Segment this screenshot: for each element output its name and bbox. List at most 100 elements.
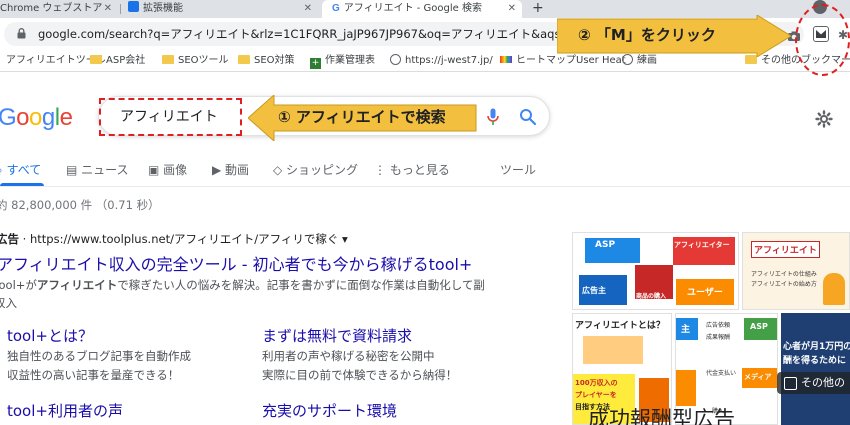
tile-text: メディア [744, 373, 772, 381]
tile-text: ASP [750, 322, 768, 331]
search-icon[interactable] [519, 108, 537, 126]
ad-url[interactable]: https://www.toolplus.net/アフィリエイト/アフィリで稼ぐ [30, 232, 338, 246]
sheets-icon: + [310, 58, 321, 69]
image-panel: ASP 広告主 アフィリエイター ユーザー 商品の購入 アフィリエイト アフィリ… [572, 232, 850, 425]
bookmark-label: https://j-west7.jp/ [405, 55, 493, 66]
tab-label: アフィリエイト - Google 検索 [343, 3, 482, 14]
tab-label: 拡張機能 [143, 3, 183, 14]
tile-text: アフィリエイトの仕組み [751, 271, 817, 278]
diagram-block [676, 370, 696, 406]
result-stats: 約 82,800,000 件 （0.71 秒） [0, 198, 160, 212]
image-thumbnail[interactable]: アフィリエイト アフィリエイトの仕組み アフィリエイトの始め方 [742, 232, 850, 310]
sitelink-title[interactable]: 充実のサポート環境 [262, 400, 397, 421]
extension-highlight-circle [795, 4, 850, 76]
bookmark-seo-tools[interactable]: SEOツール [162, 50, 229, 72]
tile-text: 主 [681, 325, 691, 335]
tile-text: 酬を得るために [783, 356, 847, 366]
google-g-icon: G [332, 3, 340, 14]
sitelink-title[interactable]: tool+とは？ [7, 325, 93, 346]
sitelink-title[interactable]: まずは無料で資料請求 [262, 325, 412, 346]
tile-text: ユーザー [687, 288, 723, 298]
tab-google-search[interactable]: G アフィリエイト - Google 検索 ✕ [322, 0, 522, 18]
chevron-down-icon[interactable]: ▾ [338, 232, 348, 246]
tab-all[interactable]: ⌕ すべて [0, 160, 41, 180]
tile-text: 商品の購入 [636, 293, 667, 300]
tab-news[interactable]: ▤ ニュース [66, 160, 129, 180]
tab-images[interactable]: ▣ 画像 [148, 160, 187, 180]
lock-icon [17, 28, 26, 39]
tile-text: アフィリエイトの始め方 [751, 281, 817, 288]
bookmark-asp[interactable]: ASP会社 [90, 50, 145, 72]
gear-icon[interactable] [815, 110, 833, 128]
tile-text: ASP [595, 240, 616, 250]
callout-step2: ② 「M」をクリック [578, 26, 716, 44]
news-icon: ▤ [66, 163, 82, 177]
bookmark-jwest[interactable]: https://j-west7.jp/ [390, 50, 493, 72]
folder-icon [90, 55, 102, 64]
tab-tools[interactable]: ツール [500, 160, 536, 180]
tile-text: アフィリエイト [751, 241, 820, 258]
search-highlight-box [99, 98, 242, 136]
sitelink-line: 独自性のあるブログ記事を自動作成 [7, 349, 191, 363]
ad-desc-text: で稼ぎたい人の悩みを解決。記事を書かずに面倒な作業は自動化して副 [117, 278, 485, 292]
tab-label: ニュース [81, 163, 129, 177]
close-icon[interactable]: ✕ [304, 0, 312, 18]
bookmark-label: ASP会社 [106, 55, 146, 66]
ad-desc-text: tool+が [0, 278, 37, 292]
tab-label: 画像 [163, 163, 188, 177]
ad-badge: 広告 [0, 232, 19, 246]
image-icon: ▣ [148, 163, 164, 177]
microphone-icon[interactable] [487, 108, 499, 126]
tab-label: ショッピング [286, 163, 359, 177]
tab-label: 動画 [225, 163, 250, 177]
tile-text: 心者が月1万円の [783, 342, 850, 352]
tab-extensions[interactable]: 拡張機能 ✕ [128, 0, 318, 18]
tile-text: 代金支払い [706, 370, 737, 377]
tile-text: 100万収入の [575, 379, 618, 387]
tile-text: プレイヤーを [575, 391, 617, 399]
bookmark-label: SEOツール [178, 55, 229, 66]
close-icon[interactable]: ✕ [508, 0, 516, 18]
tile-text: 広告主 [582, 286, 606, 295]
folder-icon [162, 55, 174, 64]
panel-heading: 成功報酬型広告 [588, 407, 735, 425]
tab-label: もっと見る [389, 163, 450, 177]
bookmark-seo[interactable]: SEO対策 [238, 50, 295, 72]
tile-text: 成果報酬 [706, 334, 731, 341]
google-logo[interactable]: Google [0, 104, 73, 132]
tile-text: アフィリエイトとは？ [575, 321, 665, 331]
close-icon[interactable]: ✕ [104, 0, 112, 18]
video-icon: ▶ [212, 163, 226, 177]
globe-icon [390, 54, 401, 65]
sitelink-line: 収益性の高い記事を量産できる！ [7, 368, 180, 382]
tag-icon: ◇ [273, 163, 287, 177]
more-vert-icon: ⋮ [374, 163, 390, 177]
tab-label: すべて [6, 163, 42, 177]
search-tabs: ⌕ すべて ▤ ニュース ▣ 画像 ▶ 動画 ◇ ショッピング ⋮ もっと見る … [0, 160, 850, 180]
more-images-button[interactable]: その他の [777, 372, 850, 394]
tab-label: Chrome ウェブストア [0, 3, 103, 14]
heatmap-icon [500, 56, 512, 63]
tab-more[interactable]: ⋮ もっと見る [374, 160, 450, 180]
bookmark-label: SEO対策 [254, 55, 295, 66]
tab-divider [120, 4, 121, 14]
ad-url-line[interactable]: 広告 · https://www.toolplus.net/アフィリエイト/アフ… [0, 231, 348, 247]
separator: · [19, 232, 30, 246]
divider [0, 186, 850, 187]
image-thumbnail[interactable]: ASP 広告主 アフィリエイター ユーザー 商品の購入 [572, 232, 739, 310]
tab-shopping[interactable]: ◇ ショッピング [273, 160, 358, 180]
ad-desc-keyword: アフィリエイト [36, 278, 118, 292]
ad-title-link[interactable]: アフィリエイト収入の完全ツール - 初心者でも今から稼げるtool+ [0, 251, 472, 275]
tab-videos[interactable]: ▶ 動画 [212, 160, 249, 180]
sitelink-title[interactable]: tool+利用者の声 [7, 400, 123, 421]
puzzle-icon [128, 1, 139, 12]
tab-chrome-webstore[interactable]: Chrome ウェブストア ✕ [0, 0, 118, 18]
tab-label: ツール [500, 163, 537, 177]
person-illustration [823, 273, 845, 305]
ad-desc-text: 収入 [0, 296, 17, 310]
bookmark-task-sheet[interactable]: + 作業管理表 [310, 50, 375, 72]
bookmark-label: 作業管理表 [325, 55, 375, 66]
image-thumbnail[interactable]: 心者が月1万円の 酬を得るために [781, 313, 850, 425]
sitelink-line: 利用者の声や稼げる秘密を公開中 [262, 349, 435, 363]
new-tab-button[interactable]: + [532, 0, 544, 17]
